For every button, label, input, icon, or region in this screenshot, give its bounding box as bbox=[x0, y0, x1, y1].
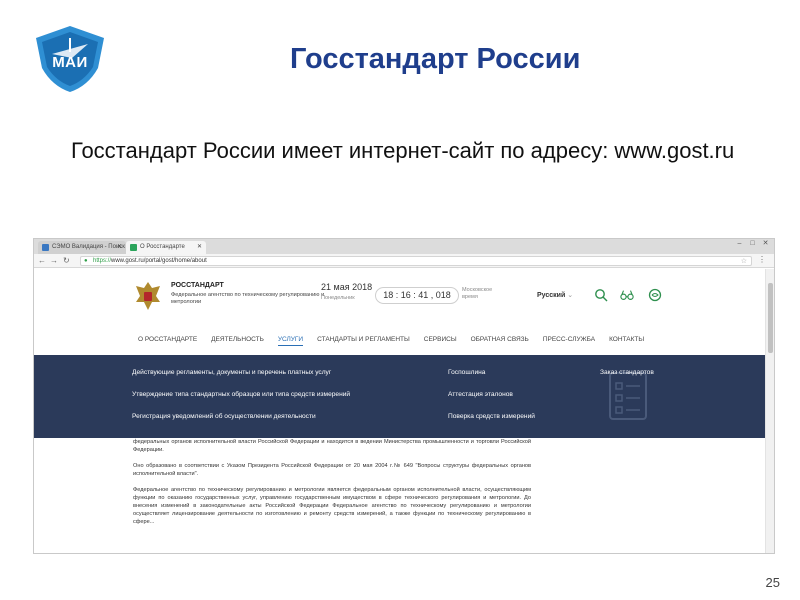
nav-item-press[interactable]: ПРЕСС-СЛУЖБА bbox=[543, 334, 595, 346]
search-icon[interactable] bbox=[594, 288, 608, 302]
main-nav: О РОССТАНДАРТЕ ДЕЯТЕЛЬНОСТЬ УСЛУГИ СТАНД… bbox=[138, 334, 658, 346]
logo-text: МАИ bbox=[52, 54, 88, 71]
weekday: Понедельник bbox=[321, 295, 355, 301]
browser-tab[interactable]: СЭМО Валидация - Поиск ✕ bbox=[38, 241, 126, 254]
nav-item-feedback[interactable]: ОБРАТНАЯ СВЯЗЬ bbox=[471, 334, 529, 346]
slide-title: Госстандарт России bbox=[290, 43, 581, 75]
glasses-icon[interactable] bbox=[620, 288, 634, 302]
language-label: Русский bbox=[537, 292, 566, 299]
org-name: РОССТАНДАРТ bbox=[171, 282, 224, 289]
back-icon[interactable]: ← bbox=[38, 255, 46, 267]
scrollbar-thumb[interactable] bbox=[768, 283, 773, 353]
services-dropdown: Действующие регламенты, документы и пере… bbox=[34, 355, 766, 438]
document-checklist-icon bbox=[609, 372, 647, 420]
nav-item-services[interactable]: УСЛУГИ bbox=[277, 334, 304, 346]
favicon-icon bbox=[130, 244, 137, 251]
favicon-icon bbox=[42, 244, 49, 251]
reload-icon[interactable]: ↻ bbox=[63, 255, 70, 267]
site-header: РОССТАНДАРТ Федеральное агентство по тех… bbox=[34, 269, 774, 325]
close-icon[interactable]: ✕ bbox=[197, 241, 202, 254]
browser-menu-icon[interactable]: ⋮ bbox=[758, 255, 766, 264]
bookmark-star-icon[interactable]: ☆ bbox=[741, 257, 747, 266]
nav-item-standards[interactable]: СТАНДАРТЫ И РЕГЛАМЕНТЫ bbox=[317, 334, 410, 346]
dropdown-link[interactable]: Поверка средств измерений bbox=[448, 413, 535, 420]
nav-item-contacts[interactable]: КОНТАКТЫ bbox=[609, 334, 644, 346]
paragraph: Федеральное агентство по техническому ре… bbox=[133, 487, 531, 525]
dropdown-link[interactable]: Утверждение типа стандартных образцов ил… bbox=[132, 391, 350, 398]
slide-text: Госстандарт России имеет интернет-сайт п… bbox=[71, 138, 735, 163]
nav-item-activity[interactable]: ДЕЯТЕЛЬНОСТЬ bbox=[211, 334, 264, 346]
url-scheme: https:// bbox=[93, 258, 112, 264]
page-number: 25 bbox=[765, 575, 780, 590]
tab-label: СЭМО Валидация - Поиск bbox=[52, 244, 125, 250]
url-input[interactable]: ● https://www.gost.ru/portal/gost/home/a… bbox=[80, 256, 752, 266]
language-select[interactable]: Русский ⌄ bbox=[537, 291, 573, 299]
dropdown-link[interactable]: Регистрация уведомлений об осуществлении… bbox=[132, 413, 316, 420]
tab-bar: СЭМО Валидация - Поиск ✕ О Росстандарте … bbox=[34, 239, 774, 254]
dropdown-link[interactable]: Госпошлина bbox=[448, 369, 485, 376]
about-text: федеральных органов исполнительной власт… bbox=[133, 438, 531, 534]
slide: МАИ Госстандарт России Госстандарт Росси… bbox=[0, 0, 800, 600]
minimize-icon[interactable]: – bbox=[735, 240, 744, 247]
timezone: Московское время bbox=[462, 287, 493, 300]
org-subtitle: Федеральное агентство по техническому ре… bbox=[171, 292, 325, 305]
chevron-down-icon: ⌄ bbox=[567, 292, 574, 299]
address-bar: ← → ↻ ● https://www.gost.ru/portal/gost/… bbox=[34, 254, 774, 268]
browser-window: СЭМО Валидация - Поиск ✕ О Росстандарте … bbox=[33, 238, 775, 554]
mai-logo: МАИ bbox=[32, 24, 108, 94]
scrollbar[interactable] bbox=[765, 269, 774, 553]
nav-item-about[interactable]: О РОССТАНДАРТЕ bbox=[138, 334, 197, 346]
emblem-icon bbox=[136, 282, 160, 310]
sign-language-icon[interactable] bbox=[648, 288, 662, 302]
paragraph: Оно образовано в соответствии с Указом П… bbox=[133, 463, 531, 477]
clock: 18 : 16 : 41 , 018 bbox=[375, 287, 459, 304]
forward-icon[interactable]: → bbox=[50, 255, 58, 267]
dropdown-link[interactable]: Аттестация эталонов bbox=[448, 391, 513, 398]
window-controls: – □ ✕ bbox=[735, 240, 770, 247]
maximize-icon[interactable]: □ bbox=[748, 240, 757, 247]
paragraph: федеральных органов исполнительной власт… bbox=[133, 439, 531, 453]
browser-tab-active[interactable]: О Росстандарте ✕ bbox=[126, 241, 206, 254]
dropdown-link[interactable]: Действующие регламенты, документы и пере… bbox=[132, 369, 331, 376]
tab-label: О Росстандарте bbox=[140, 244, 185, 250]
current-date: 21 мая 2018 bbox=[321, 282, 373, 292]
url-text: www.gost.ru/portal/gost/home/about bbox=[111, 258, 207, 264]
lock-icon: ● bbox=[84, 258, 88, 264]
close-window-icon[interactable]: ✕ bbox=[761, 240, 770, 247]
dropdown-link[interactable]: Заказ стандартов bbox=[600, 369, 654, 376]
nav-item-tools[interactable]: СЕРВИСЫ bbox=[424, 334, 457, 346]
close-icon[interactable]: ✕ bbox=[117, 241, 122, 254]
